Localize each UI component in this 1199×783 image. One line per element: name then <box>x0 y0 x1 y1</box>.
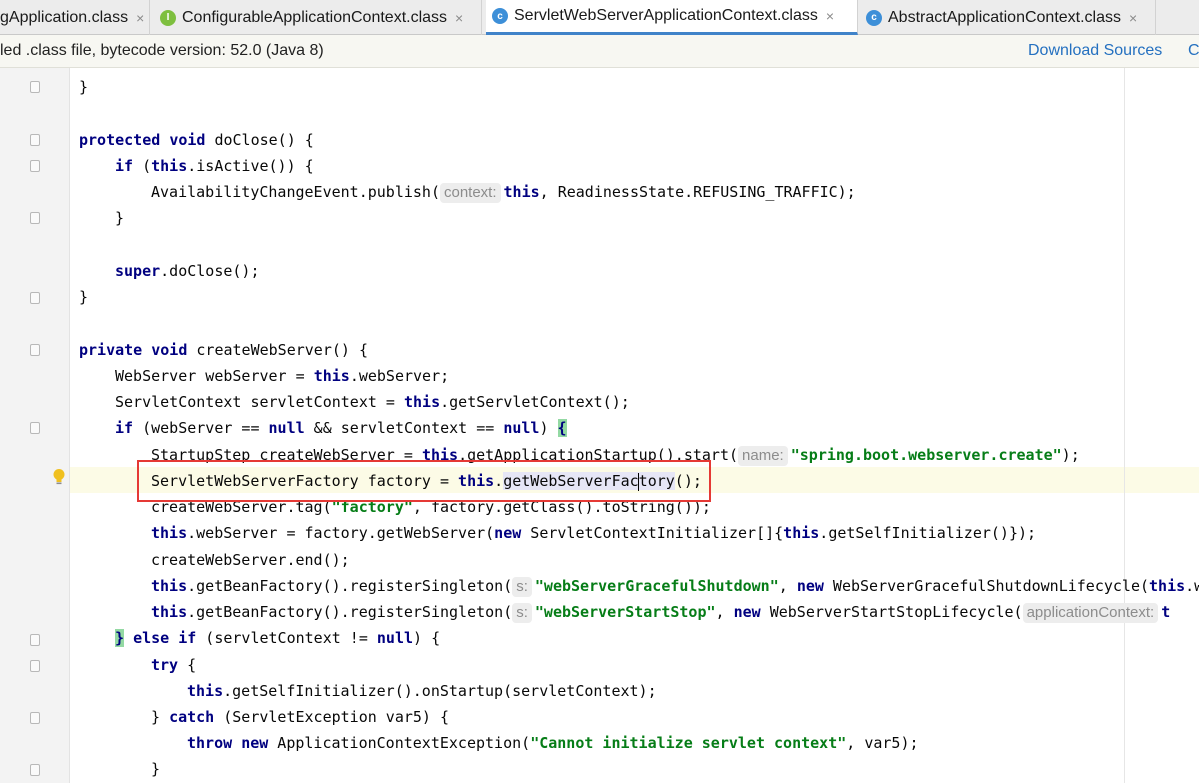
matched-brace: { <box>557 419 567 437</box>
code-editor[interactable]: } protected void doClose() { if (this.is… <box>0 68 1199 783</box>
right-margin-guide <box>1124 68 1125 783</box>
choose-sources-link[interactable]: C <box>1188 42 1199 60</box>
fold-marker-icon[interactable] <box>30 81 40 93</box>
code-line: } catch (ServletException var5) { <box>151 708 450 726</box>
code-line: protected void doClose() { <box>79 131 314 149</box>
code-line: AvailabilityChangeEvent.publish(context:… <box>151 183 856 203</box>
tab-label: ConfigurableApplicationContext.class <box>182 8 448 26</box>
decompiled-notice-bar: led .class file, bytecode version: 52.0 … <box>0 35 1199 68</box>
code-line: throw new ApplicationContextException("C… <box>187 734 919 752</box>
fold-marker-icon[interactable] <box>30 344 40 356</box>
code-line: try { <box>151 656 197 674</box>
download-sources-link[interactable]: Download Sources <box>1028 42 1162 60</box>
bytecode-version-text: led .class file, bytecode version: 52.0 … <box>0 42 324 59</box>
fold-marker-icon[interactable] <box>30 660 40 672</box>
code-line: this.getBeanFactory().registerSingleton(… <box>151 577 1199 597</box>
code-line: super.doClose(); <box>115 262 260 280</box>
code-line: createWebServer.tag("factory", factory.g… <box>151 498 711 516</box>
method-usage-highlight: getWebServerFactory <box>503 472 675 491</box>
tab-abstract-application-context[interactable]: c AbstractApplicationContext.class × <box>860 0 1156 35</box>
fold-marker-icon[interactable] <box>30 764 40 776</box>
editor-tab-bar: gApplication.class × I ConfigurableAppli… <box>0 0 1199 35</box>
parameter-hint: s: <box>512 577 532 597</box>
fold-marker-icon[interactable] <box>30 160 40 172</box>
code-line-current: ServletWebServerFactory factory = this.g… <box>151 472 702 491</box>
fold-marker-icon[interactable] <box>30 422 40 434</box>
code-line: createWebServer.end(); <box>151 551 350 569</box>
fold-marker-icon[interactable] <box>30 634 40 646</box>
code-line: if (webServer == null && servletContext … <box>115 419 567 437</box>
tab-configurable-application-context[interactable]: I ConfigurableApplicationContext.class × <box>154 0 482 35</box>
parameter-hint: context: <box>439 183 501 203</box>
close-icon[interactable]: × <box>136 10 144 26</box>
class-icon: c <box>492 8 508 24</box>
tab-servlet-web-server-application-context[interactable]: c ServletWebServerApplicationContext.cla… <box>486 0 858 35</box>
class-icon: c <box>866 9 882 26</box>
tab-label: gApplication.class <box>0 8 129 26</box>
code-line: this.getBeanFactory().registerSingleton(… <box>151 603 1171 623</box>
code-line: } <box>115 209 125 227</box>
code-line: } else if (servletContext != null) { <box>115 629 441 647</box>
tab-label: ServletWebServerApplicationContext.class <box>514 7 818 24</box>
code-line: StartupStep createWebServer = this.getAp… <box>151 446 1080 466</box>
parameter-hint: applicationContext: <box>1022 603 1159 623</box>
parameter-hint: s: <box>512 603 532 623</box>
code-line: private void createWebServer() { <box>79 341 368 359</box>
fold-marker-icon[interactable] <box>30 134 40 146</box>
code-line: if (this.isActive()) { <box>115 157 314 175</box>
interface-icon: I <box>160 9 176 26</box>
matched-brace: } <box>115 629 125 647</box>
fold-marker-icon[interactable] <box>30 212 40 224</box>
fold-marker-icon[interactable] <box>30 292 40 304</box>
code-line: ServletContext servletContext = this.get… <box>115 393 630 411</box>
code-line: } <box>151 760 161 778</box>
tab-application[interactable]: gApplication.class × <box>0 0 150 35</box>
parameter-hint: name: <box>738 446 788 466</box>
code-line: } <box>79 78 89 96</box>
fold-marker-icon[interactable] <box>30 712 40 724</box>
code-line: } <box>79 288 89 306</box>
lightbulb-icon[interactable] <box>52 468 66 486</box>
tab-label: AbstractApplicationContext.class <box>888 8 1121 26</box>
code-line: WebServer webServer = this.webServer; <box>115 367 450 385</box>
code-line: this.getSelfInitializer().onStartup(serv… <box>187 682 657 700</box>
close-icon[interactable]: × <box>1129 10 1137 26</box>
close-icon[interactable]: × <box>455 10 463 26</box>
code-line: this.webServer = factory.getWebServer(ne… <box>151 524 1037 542</box>
close-icon[interactable]: × <box>826 8 834 24</box>
